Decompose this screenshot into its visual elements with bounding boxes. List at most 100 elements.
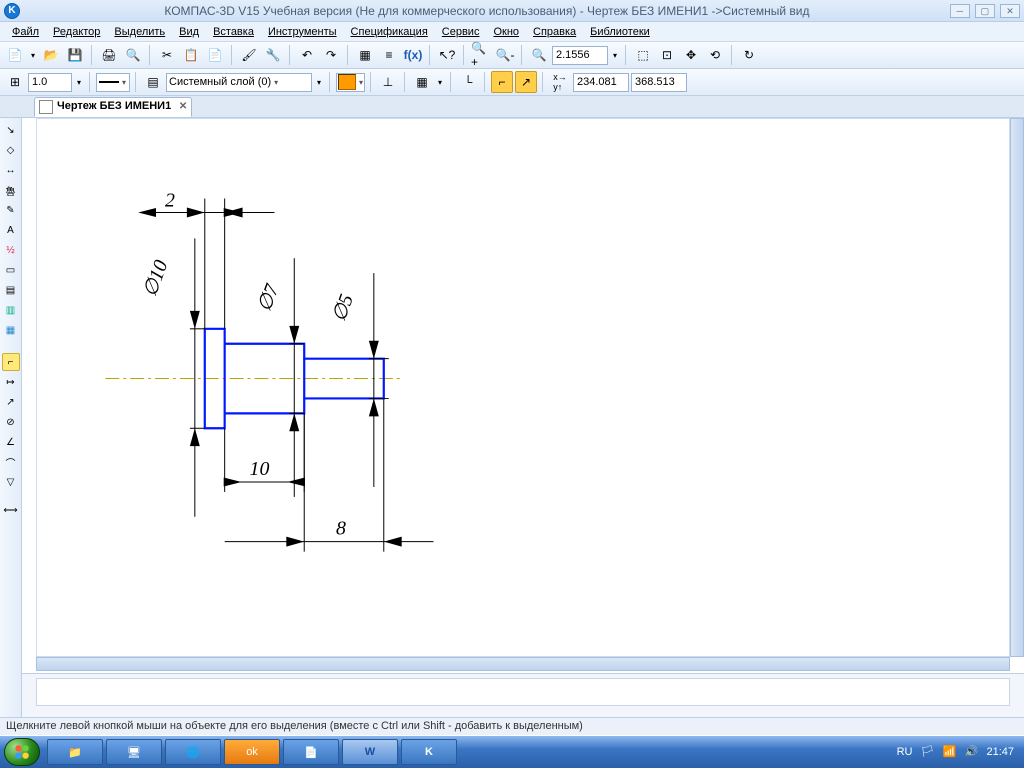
tool-ddim[interactable]: ⊘ (2, 413, 20, 431)
brush-button[interactable]: 🖌 (238, 44, 260, 66)
layer-dropdown[interactable]: ▾ (314, 71, 324, 93)
new-button[interactable]: 📄 (4, 44, 26, 66)
clock[interactable]: 21:47 (986, 746, 1014, 758)
tool-hdim[interactable]: ↦ (2, 373, 20, 391)
pan-button[interactable]: ✥ (680, 44, 702, 66)
dim-dia-10: ∅10 (139, 257, 172, 300)
menu-select[interactable]: Выделить (108, 24, 171, 40)
tool-selection[interactable]: ▭ (2, 261, 20, 279)
layers-button[interactable]: ▦ (354, 44, 376, 66)
tree-button[interactable]: ≡ (378, 44, 400, 66)
zoom-window-button[interactable]: ⬚ (632, 44, 654, 66)
coord-y-input[interactable] (631, 73, 687, 92)
task-chrome[interactable]: 🌐 (165, 739, 221, 765)
ucs-button[interactable]: └ (457, 71, 479, 93)
tool-select[interactable]: ↘ (2, 121, 20, 139)
lang-indicator[interactable]: RU (897, 746, 913, 758)
tool-spec[interactable]: ▤ (2, 281, 20, 299)
variables-button[interactable]: f(x) (402, 44, 424, 66)
grid-dropdown[interactable]: ▾ (435, 71, 445, 93)
maximize-button[interactable]: ▢ (975, 4, 995, 18)
tab-close-button[interactable]: ✕ (179, 101, 187, 112)
open-button[interactable]: 📂 (40, 44, 62, 66)
linestyle-select[interactable] (96, 73, 130, 92)
tool-rdim[interactable]: ↗ (2, 393, 20, 411)
zoom-fit-button[interactable]: ⊡ (656, 44, 678, 66)
h-scrollbar[interactable] (36, 657, 1010, 671)
dim-tip-len: 8 (336, 518, 346, 540)
layer-select[interactable]: Системный слой (0) (166, 73, 312, 92)
zoom-out-button[interactable]: 🔍- (494, 44, 516, 66)
menu-spec[interactable]: Спецификация (345, 24, 434, 40)
tray-network-icon[interactable]: 📶 (942, 745, 956, 759)
state-button[interactable]: ⊞ (4, 71, 26, 93)
redraw-button[interactable]: ↻ (738, 44, 760, 66)
print-button[interactable]: 🖨 (98, 44, 120, 66)
coord-x-input[interactable] (573, 73, 629, 92)
menu-help[interactable]: Справка (527, 24, 582, 40)
save-button[interactable]: 💾 (64, 44, 86, 66)
tray-volume-icon[interactable]: 🔊 (964, 745, 978, 759)
undo-button[interactable]: ↶ (296, 44, 318, 66)
start-button[interactable] (4, 738, 40, 766)
close-button[interactable]: ✕ (1000, 4, 1020, 18)
properties-button[interactable]: 🔧 (262, 44, 284, 66)
tab-bar: Чертеж БЕЗ ИМЕНИ1 ✕ (0, 96, 1024, 118)
new-dropdown[interactable]: ▾ (28, 44, 38, 66)
task-ok[interactable]: ok (224, 739, 280, 765)
grid-toggle[interactable]: ▦ (411, 71, 433, 93)
menu-file[interactable]: Файл (6, 24, 45, 40)
ortho-toggle[interactable]: ⊥ (377, 71, 399, 93)
menu-window[interactable]: Окно (487, 24, 525, 40)
status-bar: Щелкните левой кнопкой мыши на объекте д… (0, 717, 1024, 735)
snap-button-2[interactable]: ↗ (515, 71, 537, 93)
zoom-input[interactable] (552, 46, 608, 65)
tool-param[interactable]: A (2, 221, 20, 239)
tool-arc[interactable]: ⌒ (2, 453, 20, 471)
print-preview-button[interactable]: 🔍 (122, 44, 144, 66)
task-word[interactable]: W (342, 739, 398, 765)
menu-view[interactable]: Вид (173, 24, 205, 40)
drawing-canvas[interactable]: 2 ∅10 ∅7 ∅5 (36, 118, 1010, 657)
tool-report[interactable]: ▥ (2, 301, 20, 319)
lineweight-dropdown[interactable]: ▾ (74, 71, 84, 93)
task-wordpad[interactable]: 📄 (283, 739, 339, 765)
menu-libraries[interactable]: Библиотеки (584, 24, 656, 40)
copy-button[interactable]: 📋 (180, 44, 202, 66)
tool-line[interactable]: ⌐ (2, 353, 20, 371)
tool-views[interactable]: ▦ (2, 321, 20, 339)
tool-geometry[interactable]: ◇ (2, 141, 20, 159)
tool-measure[interactable]: ½ (2, 241, 20, 259)
tool-text[interactable]: 魯 (2, 181, 20, 199)
task-kompas[interactable]: K (401, 739, 457, 765)
paste-button[interactable]: 📄 (204, 44, 226, 66)
zoom-in-button[interactable]: 🔍+ (470, 44, 492, 66)
tray-flag-icon[interactable]: 🏳 (920, 745, 934, 759)
menu-tools[interactable]: Инструменты (262, 24, 343, 40)
zoom-scale-button[interactable]: 🔍 (528, 44, 550, 66)
layer-icon[interactable]: ▤ (142, 71, 164, 93)
snap-button-1[interactable]: ⌐ (491, 71, 513, 93)
menu-editor[interactable]: Редактор (47, 24, 106, 40)
pointer-button[interactable]: ↖? (436, 44, 458, 66)
tool-autodim[interactable]: ⟷ (2, 501, 20, 519)
tool-edit[interactable]: ✎ (2, 201, 20, 219)
line-weight-input[interactable] (28, 73, 72, 92)
cut-button[interactable]: ✂ (156, 44, 178, 66)
menu-service[interactable]: Сервис (436, 24, 486, 40)
task-explorer[interactable]: 📁 (47, 739, 103, 765)
zoom-dropdown[interactable]: ▾ (610, 44, 620, 66)
minimize-button[interactable]: ─ (950, 4, 970, 18)
system-tray: RU 🏳 📶 🔊 21:47 (897, 745, 1020, 759)
v-scrollbar[interactable] (1010, 118, 1024, 657)
tool-adim[interactable]: ∠ (2, 433, 20, 451)
property-panel-inner[interactable] (36, 678, 1010, 706)
document-tab[interactable]: Чертеж БЕЗ ИМЕНИ1 ✕ (34, 97, 192, 117)
redo-button[interactable]: ↷ (320, 44, 342, 66)
tool-height[interactable]: ▽ (2, 473, 20, 491)
zoom-prev-button[interactable]: ⟲ (704, 44, 726, 66)
menu-insert[interactable]: Вставка (207, 24, 260, 40)
task-screen[interactable]: 🖥 (106, 739, 162, 765)
color-select[interactable] (336, 73, 365, 92)
tool-dimension[interactable]: ↔ (2, 161, 20, 179)
